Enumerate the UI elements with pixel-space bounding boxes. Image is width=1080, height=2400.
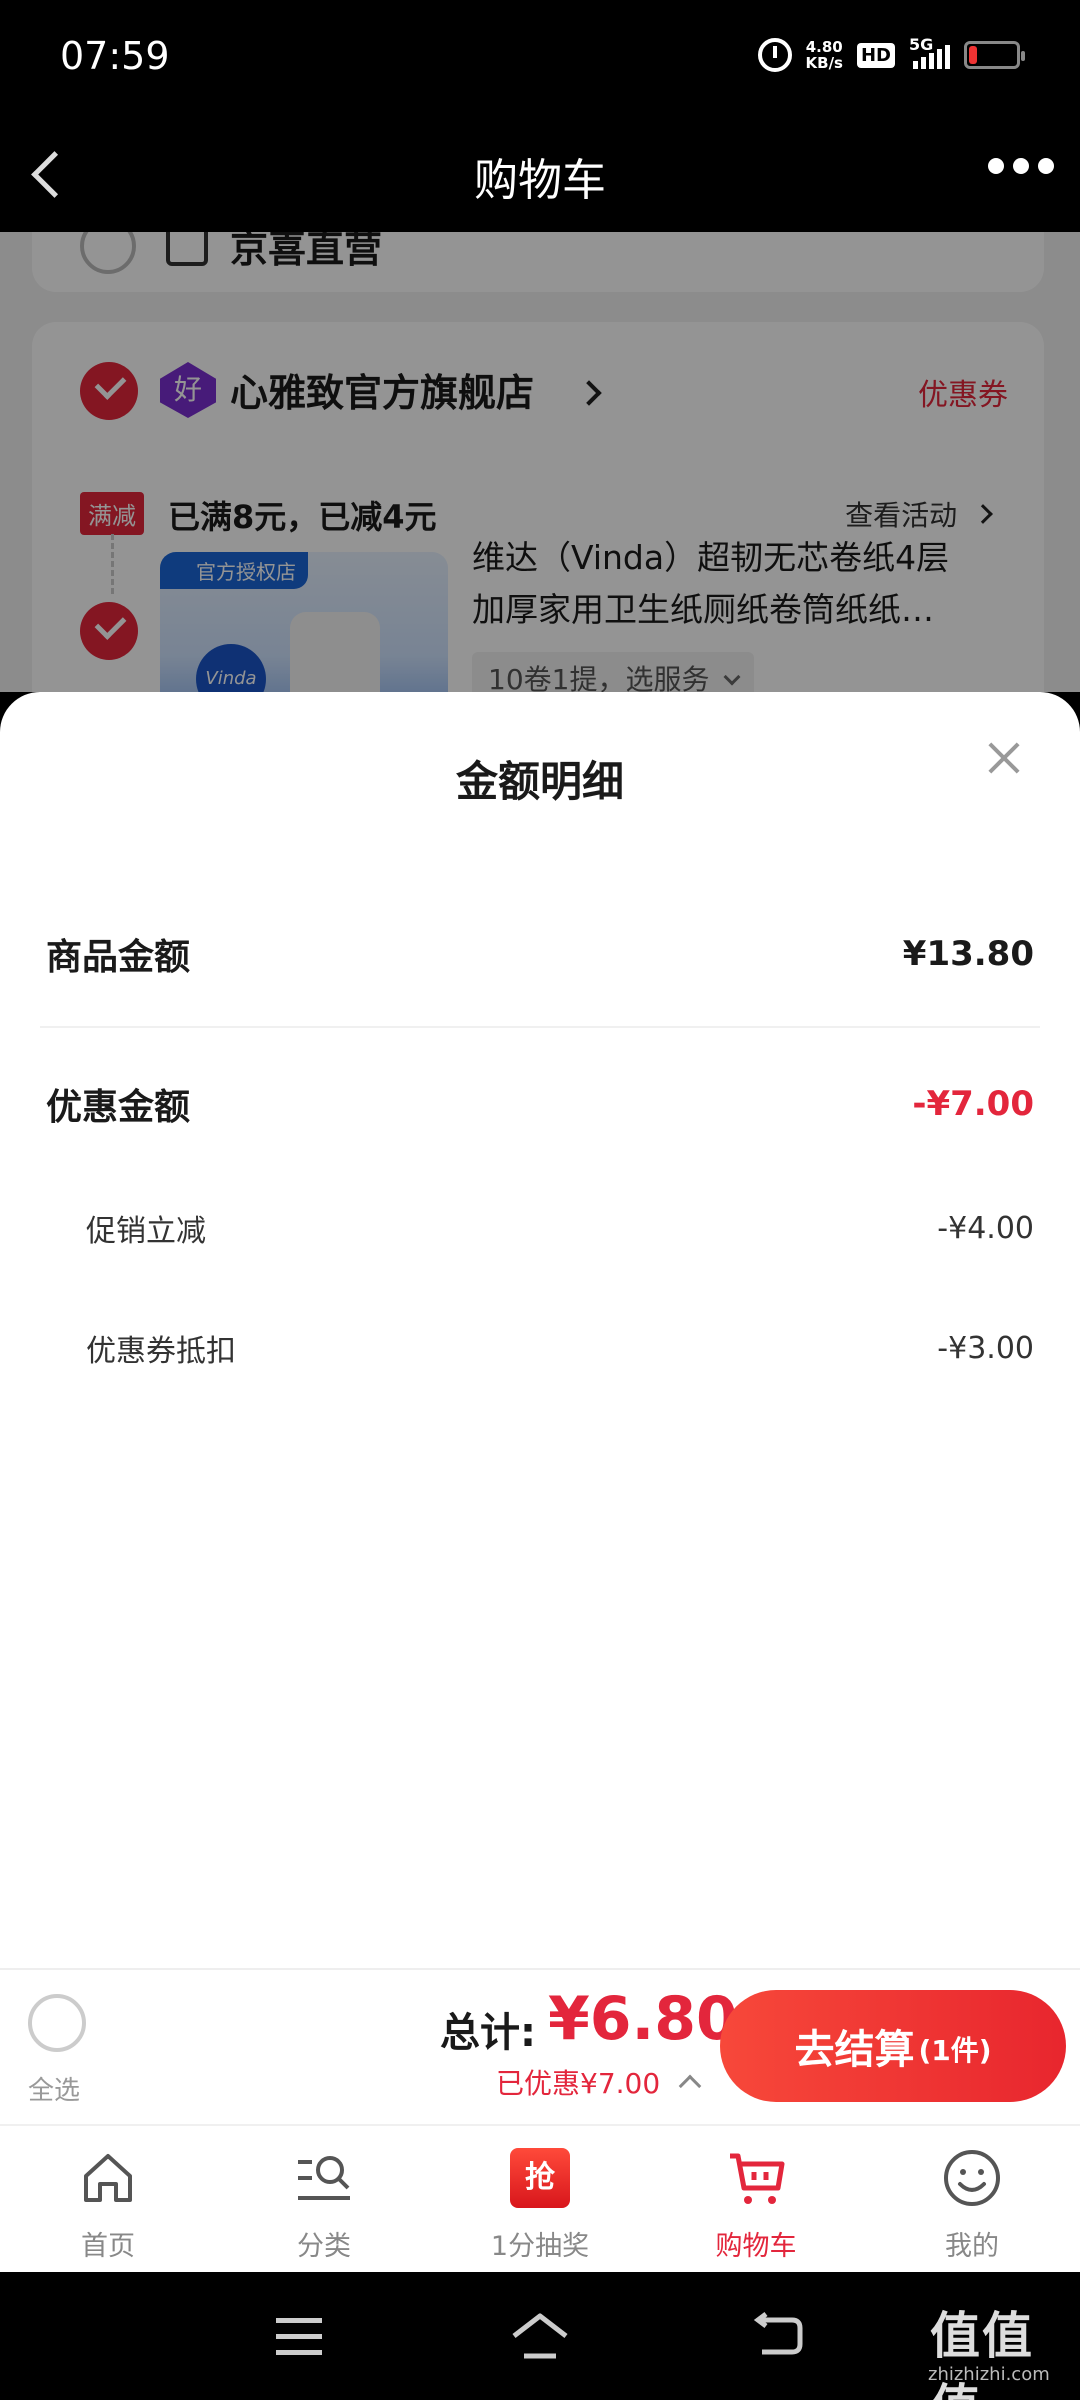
overlay-dim[interactable] [0, 232, 1080, 692]
sheet-title: 金额明细 [455, 757, 624, 806]
battery-level [969, 46, 977, 64]
nav-header: 购物车 [0, 120, 1080, 232]
status-bar: 07:59 4.80 KB/s HD 5G [0, 0, 1080, 120]
discount-amount-label: 优惠金额 [46, 1087, 191, 1128]
page-title: 购物车 [474, 155, 606, 206]
total-label: 总计: [440, 2010, 536, 2056]
system-home-icon[interactable] [510, 2310, 570, 2362]
checkout-button[interactable]: 去结算 (1件) [720, 1990, 1066, 2102]
tab-label: 分类 [297, 2231, 351, 2262]
divider [40, 1026, 1040, 1028]
cart-icon [730, 2153, 785, 2204]
total-value: ¥6.80 [548, 1984, 738, 2054]
coupon-deduction-row: 优惠券抵扣 -¥3.00 [86, 1326, 1034, 1370]
tab-category[interactable]: 分类 [216, 2126, 432, 2272]
net-speed: 4.80 KB/s [806, 39, 843, 71]
tab-label: 我的 [945, 2231, 999, 2262]
network-type: 5G [909, 35, 934, 54]
checkout-item-count: (1件) [918, 2034, 992, 2067]
coupon-deduction-value: -¥3.00 [937, 1330, 1034, 1366]
tab-label: 首页 [81, 2231, 135, 2262]
discount-amount-row: 优惠金额 -¥7.00 [46, 1078, 1034, 1130]
tab-label: 购物车 [715, 2231, 797, 2262]
tab-profile[interactable]: 我的 [864, 2126, 1080, 2272]
menu-icon[interactable] [276, 2318, 322, 2355]
checkout-bar: 全选 总计: ¥6.80 已优惠¥7.00 去结算 (1件) [0, 1968, 1080, 2124]
promo-deduction-row: 促销立减 -¥4.00 [86, 1206, 1034, 1250]
goods-amount-value: ¥13.80 [902, 934, 1034, 974]
hd-badge: HD [856, 42, 895, 68]
system-nav-bar: 值值值 zhizhizhi.com [0, 2272, 1080, 2400]
battery-icon [964, 41, 1025, 69]
goods-amount-row: 商品金额 ¥13.80 [46, 928, 1034, 980]
coupon-deduction-label: 优惠券抵扣 [86, 1334, 236, 1369]
signal-icon: 5G [909, 35, 950, 69]
select-all-radio[interactable] [28, 1994, 86, 2052]
tab-label: 1分抽奖 [490, 2231, 590, 2262]
discount-amount-value: -¥7.00 [912, 1084, 1034, 1124]
lottery-icon-text: 抢 [525, 2160, 555, 2195]
status-icons: 4.80 KB/s HD 5G [757, 35, 1025, 72]
more-dots-icon[interactable] [988, 158, 1054, 174]
checkout-button-label: 去结算 [794, 2027, 915, 2073]
alarm-icon [757, 38, 792, 72]
tab-cart[interactable]: 购物车 [648, 2126, 864, 2272]
promo-deduction-label: 促销立减 [86, 1214, 206, 1249]
watermark-site: zhizhizhi.com [928, 2364, 1050, 2385]
lottery-icon: 抢 [510, 2148, 570, 2208]
profile-smile-icon [944, 2150, 1000, 2206]
chevron-up-icon[interactable] [678, 2074, 702, 2098]
status-time: 07:59 [60, 34, 170, 78]
system-back-icon[interactable] [752, 2312, 804, 2356]
net-speed-value: 4.80 [805, 38, 843, 56]
close-icon[interactable] [978, 732, 1030, 784]
tab-home[interactable]: 首页 [0, 2126, 216, 2272]
promo-deduction-value: -¥4.00 [937, 1210, 1034, 1246]
net-speed-unit: KB/s [805, 54, 843, 72]
tab-lottery[interactable]: 抢 1分抽奖 [432, 2126, 648, 2272]
home-icon [84, 2154, 132, 2202]
amount-detail-sheet: 金额明细 商品金额 ¥13.80 优惠金额 -¥7.00 促销立减 -¥4.00… [0, 692, 1080, 1968]
category-search-icon [298, 2156, 350, 2200]
saved-amount-toggle[interactable]: 已优惠¥7.00 [496, 2062, 660, 2102]
bottom-tab-bar: 首页 分类 抢 1分抽奖 购物车 我的 [0, 2124, 1080, 2272]
goods-amount-label: 商品金额 [46, 937, 191, 978]
select-all-label[interactable]: 全选 [28, 2070, 80, 2107]
